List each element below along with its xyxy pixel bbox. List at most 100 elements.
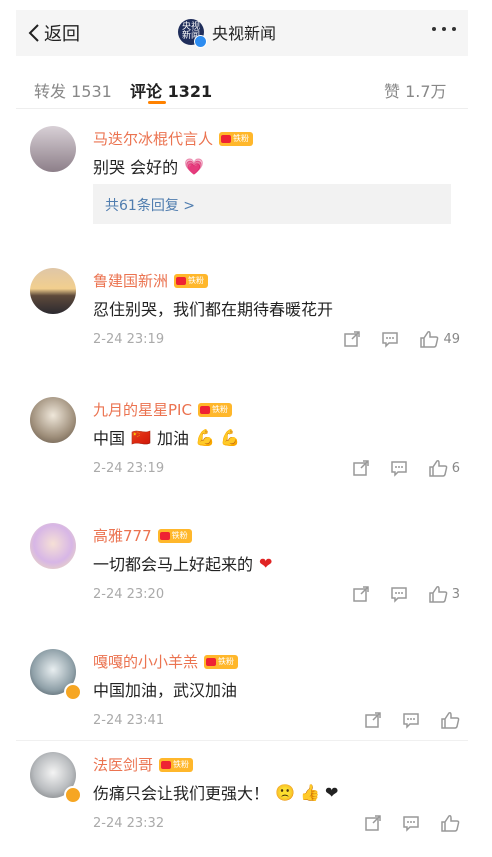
like-button[interactable] — [440, 814, 460, 832]
divider — [16, 740, 468, 741]
divider — [16, 108, 468, 109]
thumbs-up-icon — [419, 330, 439, 348]
like-count: 49 — [443, 331, 460, 347]
account-name: 央视新闻 — [212, 24, 277, 43]
comment-item: 高雅777 铁粉 一切都会马上好起来的 ❤ 2-24 23:20 3 — [30, 523, 470, 623]
emoji-sequence-icon: 🙁 👍 ❤ — [275, 782, 339, 802]
thumbs-up-icon — [440, 711, 460, 729]
comment-text: 中国 🇨🇳 加油 💪 💪 — [93, 427, 240, 449]
fan-badge: 铁粉 — [204, 654, 239, 669]
repost-button[interactable] — [364, 814, 382, 832]
more-options-icon[interactable] — [432, 27, 456, 31]
comment-timestamp: 2-24 23:32 — [93, 816, 165, 831]
comment-icon — [381, 330, 399, 348]
fan-badge: 铁粉 — [157, 528, 192, 543]
verified-badge-icon — [64, 683, 82, 701]
crown-icon — [221, 134, 232, 143]
commenter-name[interactable]: 高雅777 — [93, 525, 152, 546]
reply-button[interactable] — [390, 459, 408, 477]
comment-text: 忍住别哭，我们都在期待春暖花开 — [93, 300, 334, 319]
thumbs-up-icon — [428, 459, 448, 477]
account-avatar[interactable]: 央视新闻 — [178, 19, 207, 48]
crown-icon — [176, 276, 187, 285]
share-icon — [364, 814, 382, 832]
reply-button[interactable] — [381, 330, 399, 348]
verified-badge-icon — [64, 786, 82, 804]
avatar[interactable] — [30, 126, 76, 172]
share-icon — [364, 711, 382, 729]
fan-badge: 铁粉 — [197, 402, 232, 417]
repost-button[interactable] — [352, 585, 370, 603]
comment-text: 伤痛只会让我们更强大！ 🙁 👍 ❤ — [93, 782, 339, 804]
comments-screen: 返回 央视新闻 央视新闻 转发 1531 评论 1321 赞 1.7万 马迭尔冰… — [0, 0, 492, 857]
tab-likes[interactable]: 赞 1.7万 — [384, 78, 447, 102]
back-label: 返回 — [44, 24, 80, 45]
commenter-name[interactable]: 法医剑哥 — [93, 754, 153, 775]
share-icon — [352, 585, 370, 603]
commenter-name[interactable]: 九月的星星PIC — [93, 399, 192, 420]
comment-item: 九月的星星PIC 铁粉 中国 🇨🇳 加油 💪 💪 2-24 23:19 6 — [30, 397, 470, 497]
like-button[interactable] — [440, 711, 460, 729]
commenter-name[interactable]: 马迭尔冰棍代言人 — [93, 128, 213, 149]
commenter-name[interactable]: 嘎嘎的小小羊羔 — [93, 651, 198, 672]
red-heart-emoji-icon: ❤ — [259, 553, 273, 573]
avatar[interactable] — [30, 268, 76, 314]
comment-item: 嘎嘎的小小羊羔 铁粉 中国加油，武汉加油 2-24 23:41 — [30, 649, 470, 739]
like-count: 6 — [451, 460, 460, 476]
reply-button[interactable] — [390, 585, 408, 603]
chevron-left-icon — [28, 23, 40, 43]
comment-timestamp: 2-24 23:20 — [93, 587, 165, 602]
comment-text: 别哭 会好的 💗 — [93, 156, 205, 178]
crown-icon — [159, 531, 170, 540]
like-button[interactable]: 6 — [428, 459, 460, 477]
reply-button[interactable] — [402, 814, 420, 832]
active-tab-indicator — [148, 101, 166, 104]
like-button[interactable]: 3 — [428, 585, 460, 603]
like-button[interactable]: 49 — [419, 330, 460, 348]
crown-icon — [199, 405, 210, 414]
flexed-biceps-emoji-icon: 💪 💪 — [194, 427, 240, 447]
comment-item: 鲁建国新洲 铁粉 忍住别哭，我们都在期待春暖花开 2-24 23:19 49 — [30, 268, 470, 368]
heart-emoji-icon: 💗 — [184, 156, 205, 176]
comment-actions: 49 — [343, 330, 460, 348]
reply-button[interactable] — [402, 711, 420, 729]
thumbs-up-icon — [440, 814, 460, 832]
comment-item: 马迭尔冰棍代言人 铁粉 别哭 会好的 💗 共61条回复 > — [30, 126, 470, 236]
replies-panel[interactable]: 共61条回复 > — [93, 184, 451, 224]
comment-actions — [364, 711, 460, 729]
back-button[interactable]: 返回 — [28, 20, 80, 46]
avatar[interactable] — [30, 397, 76, 443]
comment-text: 一切都会马上好起来的 ❤ — [93, 553, 273, 575]
tab-comments[interactable]: 评论 1321 — [130, 78, 212, 102]
thumbs-up-icon — [428, 585, 448, 603]
repost-button[interactable] — [343, 330, 361, 348]
fan-badge: 铁粉 — [159, 757, 194, 772]
repost-button[interactable] — [364, 711, 382, 729]
fan-badge: 铁粉 — [219, 131, 254, 146]
comment-item: 法医剑哥 铁粉 伤痛只会让我们更强大！ 🙁 👍 ❤ 2-24 23:32 — [30, 752, 470, 842]
top-nav-bar: 返回 央视新闻 央视新闻 — [16, 10, 468, 56]
repost-button[interactable] — [352, 459, 370, 477]
comment-actions: 6 — [352, 459, 460, 477]
comment-icon — [390, 459, 408, 477]
commenter-name[interactable]: 鲁建国新洲 — [93, 270, 168, 291]
comment-icon — [402, 814, 420, 832]
comment-actions: 3 — [352, 585, 460, 603]
crown-icon — [206, 657, 217, 666]
account-header[interactable]: 央视新闻 央视新闻 — [178, 19, 277, 48]
crown-icon — [161, 760, 172, 769]
comment-icon — [390, 585, 408, 603]
comment-text: 中国加油，武汉加油 — [93, 681, 238, 700]
avatar[interactable] — [30, 523, 76, 569]
tab-reposts[interactable]: 转发 1531 — [34, 78, 112, 102]
comment-timestamp: 2-24 23:19 — [93, 332, 165, 347]
comment-timestamp: 2-24 23:19 — [93, 461, 165, 476]
fan-badge: 铁粉 — [174, 273, 209, 288]
share-icon — [343, 330, 361, 348]
china-flag-icon: 🇨🇳 — [131, 427, 151, 447]
like-count: 3 — [451, 586, 460, 602]
comment-timestamp: 2-24 23:41 — [93, 713, 165, 728]
view-replies-link[interactable]: 共61条回复 > — [105, 195, 195, 215]
comment-icon — [402, 711, 420, 729]
share-icon — [352, 459, 370, 477]
